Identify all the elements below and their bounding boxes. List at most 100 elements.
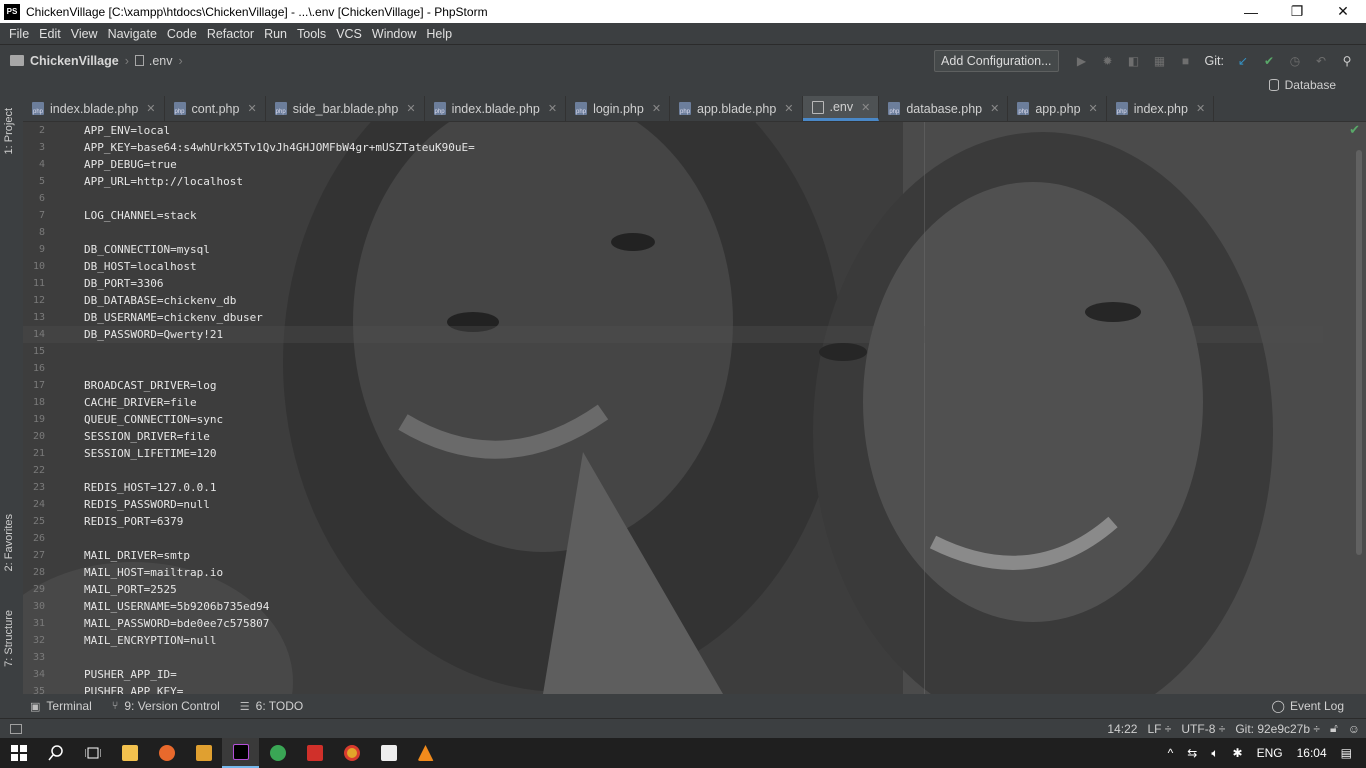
- windows-start-icon[interactable]: [0, 738, 37, 768]
- run-coverage-icon[interactable]: ◧: [1121, 50, 1147, 72]
- add-configuration-button[interactable]: Add Configuration...: [934, 50, 1059, 72]
- tab-index-blade-php-2[interactable]: php index.blade.php ✕: [425, 96, 567, 121]
- line-number: 12: [32, 295, 45, 306]
- breadcrumb-file[interactable]: .env: [149, 54, 173, 68]
- vlc-icon[interactable]: [407, 738, 444, 768]
- close-tab-icon[interactable]: ✕: [652, 102, 661, 115]
- tab-cont-php[interactable]: php cont.php ✕: [165, 96, 266, 121]
- tab-app-php[interactable]: php app.php ✕: [1008, 96, 1107, 121]
- project-tool-tab[interactable]: 1: Project: [3, 108, 15, 154]
- notifications-icon[interactable]: ▤: [1341, 746, 1352, 760]
- menu-help[interactable]: Help: [421, 27, 457, 41]
- green-app-icon[interactable]: [259, 738, 296, 768]
- line-text: SESSION_DRIVER=file: [84, 430, 210, 443]
- minimize-button[interactable]: —: [1228, 0, 1274, 23]
- menu-tools[interactable]: Tools: [292, 27, 331, 41]
- code-line: 12 DB_DATABASE=chickenv_db: [23, 292, 923, 309]
- database-tool-button[interactable]: Database: [1268, 78, 1336, 92]
- pdf-reader-icon[interactable]: [296, 738, 333, 768]
- tab-index-blade-php[interactable]: php index.blade.php ✕: [23, 96, 165, 121]
- event-log-tab[interactable]: ◯ Event Log: [1272, 699, 1344, 713]
- line-number: 25: [32, 516, 45, 527]
- git-rollback-icon[interactable]: ↶: [1308, 50, 1334, 72]
- navigation-bar: ChickenVillage › .env › Add Configuratio…: [0, 44, 1366, 76]
- input-language[interactable]: ENG: [1257, 746, 1283, 760]
- video-editor-icon[interactable]: [370, 738, 407, 768]
- profiler-icon[interactable]: ▦: [1147, 50, 1173, 72]
- code-line: 32 MAIL_ENCRYPTION=null: [23, 632, 923, 649]
- tab-index-php[interactable]: php index.php ✕: [1107, 96, 1215, 121]
- tab-database-php[interactable]: php database.php ✕: [879, 96, 1009, 121]
- menu-edit[interactable]: Edit: [34, 27, 66, 41]
- menu-window[interactable]: Window: [367, 27, 421, 41]
- tab-env[interactable]: .env ✕: [802, 96, 880, 121]
- tray-chevron-icon[interactable]: ^: [1168, 746, 1174, 760]
- version-control-tab[interactable]: ⑂ 9: Version Control: [112, 699, 220, 713]
- task-view-icon[interactable]: [74, 738, 111, 768]
- phpstorm-taskbar-icon[interactable]: [222, 738, 259, 768]
- close-button[interactable]: ✕: [1320, 0, 1366, 23]
- line-separator[interactable]: LF ÷: [1147, 722, 1171, 736]
- close-tab-icon[interactable]: ✕: [990, 102, 999, 115]
- menu-code[interactable]: Code: [162, 27, 202, 41]
- stop-icon[interactable]: ■: [1173, 50, 1199, 72]
- editor-scrollbar[interactable]: [1356, 150, 1362, 555]
- search-icon[interactable]: [37, 738, 74, 768]
- tab-login-php[interactable]: php login.php ✕: [566, 96, 671, 121]
- tab-app-blade-php[interactable]: php app.blade.php ✕: [670, 96, 803, 121]
- todo-tab[interactable]: ☰ 6: TODO: [240, 699, 303, 713]
- file-encoding[interactable]: UTF-8 ÷: [1181, 722, 1225, 736]
- tab-side-bar-blade-php[interactable]: php side_bar.blade.php ✕: [266, 96, 425, 121]
- database-bar: Database: [0, 76, 1366, 96]
- debug-icon[interactable]: ✹: [1095, 50, 1121, 72]
- git-commit-icon[interactable]: ✔: [1256, 50, 1282, 72]
- close-tab-icon[interactable]: ✕: [1196, 102, 1205, 115]
- code-line: 23 REDIS_HOST=127.0.0.1: [23, 479, 923, 496]
- menu-file[interactable]: File: [4, 27, 34, 41]
- inspector-icon[interactable]: ☺: [1348, 722, 1360, 736]
- close-tab-icon[interactable]: ✕: [146, 102, 155, 115]
- media-player-icon[interactable]: [185, 738, 222, 768]
- menu-navigate[interactable]: Navigate: [103, 27, 162, 41]
- tool-windows-icon[interactable]: [10, 723, 22, 734]
- file-explorer-icon[interactable]: [111, 738, 148, 768]
- caret-position[interactable]: 14:22: [1107, 722, 1137, 736]
- lock-icon[interactable]: 🔓︎: [1330, 721, 1338, 736]
- git-history-icon[interactable]: ◷: [1282, 50, 1308, 72]
- menu-refactor[interactable]: Refactor: [202, 27, 259, 41]
- line-text: REDIS_HOST=127.0.0.1: [84, 481, 217, 494]
- clock[interactable]: 16:04: [1297, 746, 1327, 760]
- line-text: SESSION_LIFETIME=120: [84, 447, 217, 460]
- git-update-icon[interactable]: ↙: [1230, 50, 1256, 72]
- git-label: Git:: [1204, 54, 1224, 68]
- wifi-icon[interactable]: ✱: [1233, 746, 1243, 760]
- code-line: 5 APP_URL=http://localhost: [23, 173, 923, 190]
- restore-button[interactable]: ❐: [1274, 0, 1320, 23]
- volume-icon[interactable]: 🔈︎: [1211, 746, 1218, 761]
- close-tab-icon[interactable]: ✕: [784, 102, 793, 115]
- inspection-ok-icon[interactable]: ✔: [1349, 122, 1360, 138]
- close-tab-icon[interactable]: ✕: [406, 102, 415, 115]
- tab-label: login.php: [593, 101, 644, 116]
- menu-view[interactable]: View: [66, 27, 103, 41]
- git-branch[interactable]: Git: 92e9c27b ÷: [1235, 722, 1320, 736]
- chrome-icon[interactable]: [333, 738, 370, 768]
- menu-run[interactable]: Run: [259, 27, 292, 41]
- close-tab-icon[interactable]: ✕: [548, 102, 557, 115]
- code-line: 30 MAIL_USERNAME=5b9206b735ed94: [23, 598, 923, 615]
- close-tab-icon[interactable]: ✕: [861, 101, 870, 114]
- php-file-icon: php: [575, 102, 588, 115]
- structure-tool-tab[interactable]: 7: Structure: [3, 610, 15, 667]
- code-editor[interactable]: 2 APP_ENV=local 3 APP_KEY=base64:s4whUrkX5…: [23, 122, 1366, 694]
- close-tab-icon[interactable]: ✕: [247, 102, 256, 115]
- favorites-tool-tab[interactable]: 2: Favorites: [3, 514, 15, 571]
- network-icon[interactable]: ⇆: [1187, 746, 1197, 760]
- firefox-icon[interactable]: [148, 738, 185, 768]
- terminal-tab[interactable]: ▣ Terminal: [30, 699, 92, 713]
- run-icon[interactable]: ▶: [1069, 50, 1095, 72]
- menu-vcs[interactable]: VCS: [331, 27, 367, 41]
- search-icon[interactable]: ⚲: [1334, 50, 1360, 72]
- tab-label: side_bar.blade.php: [292, 101, 399, 116]
- close-tab-icon[interactable]: ✕: [1089, 102, 1098, 115]
- breadcrumb-project[interactable]: ChickenVillage: [30, 54, 119, 68]
